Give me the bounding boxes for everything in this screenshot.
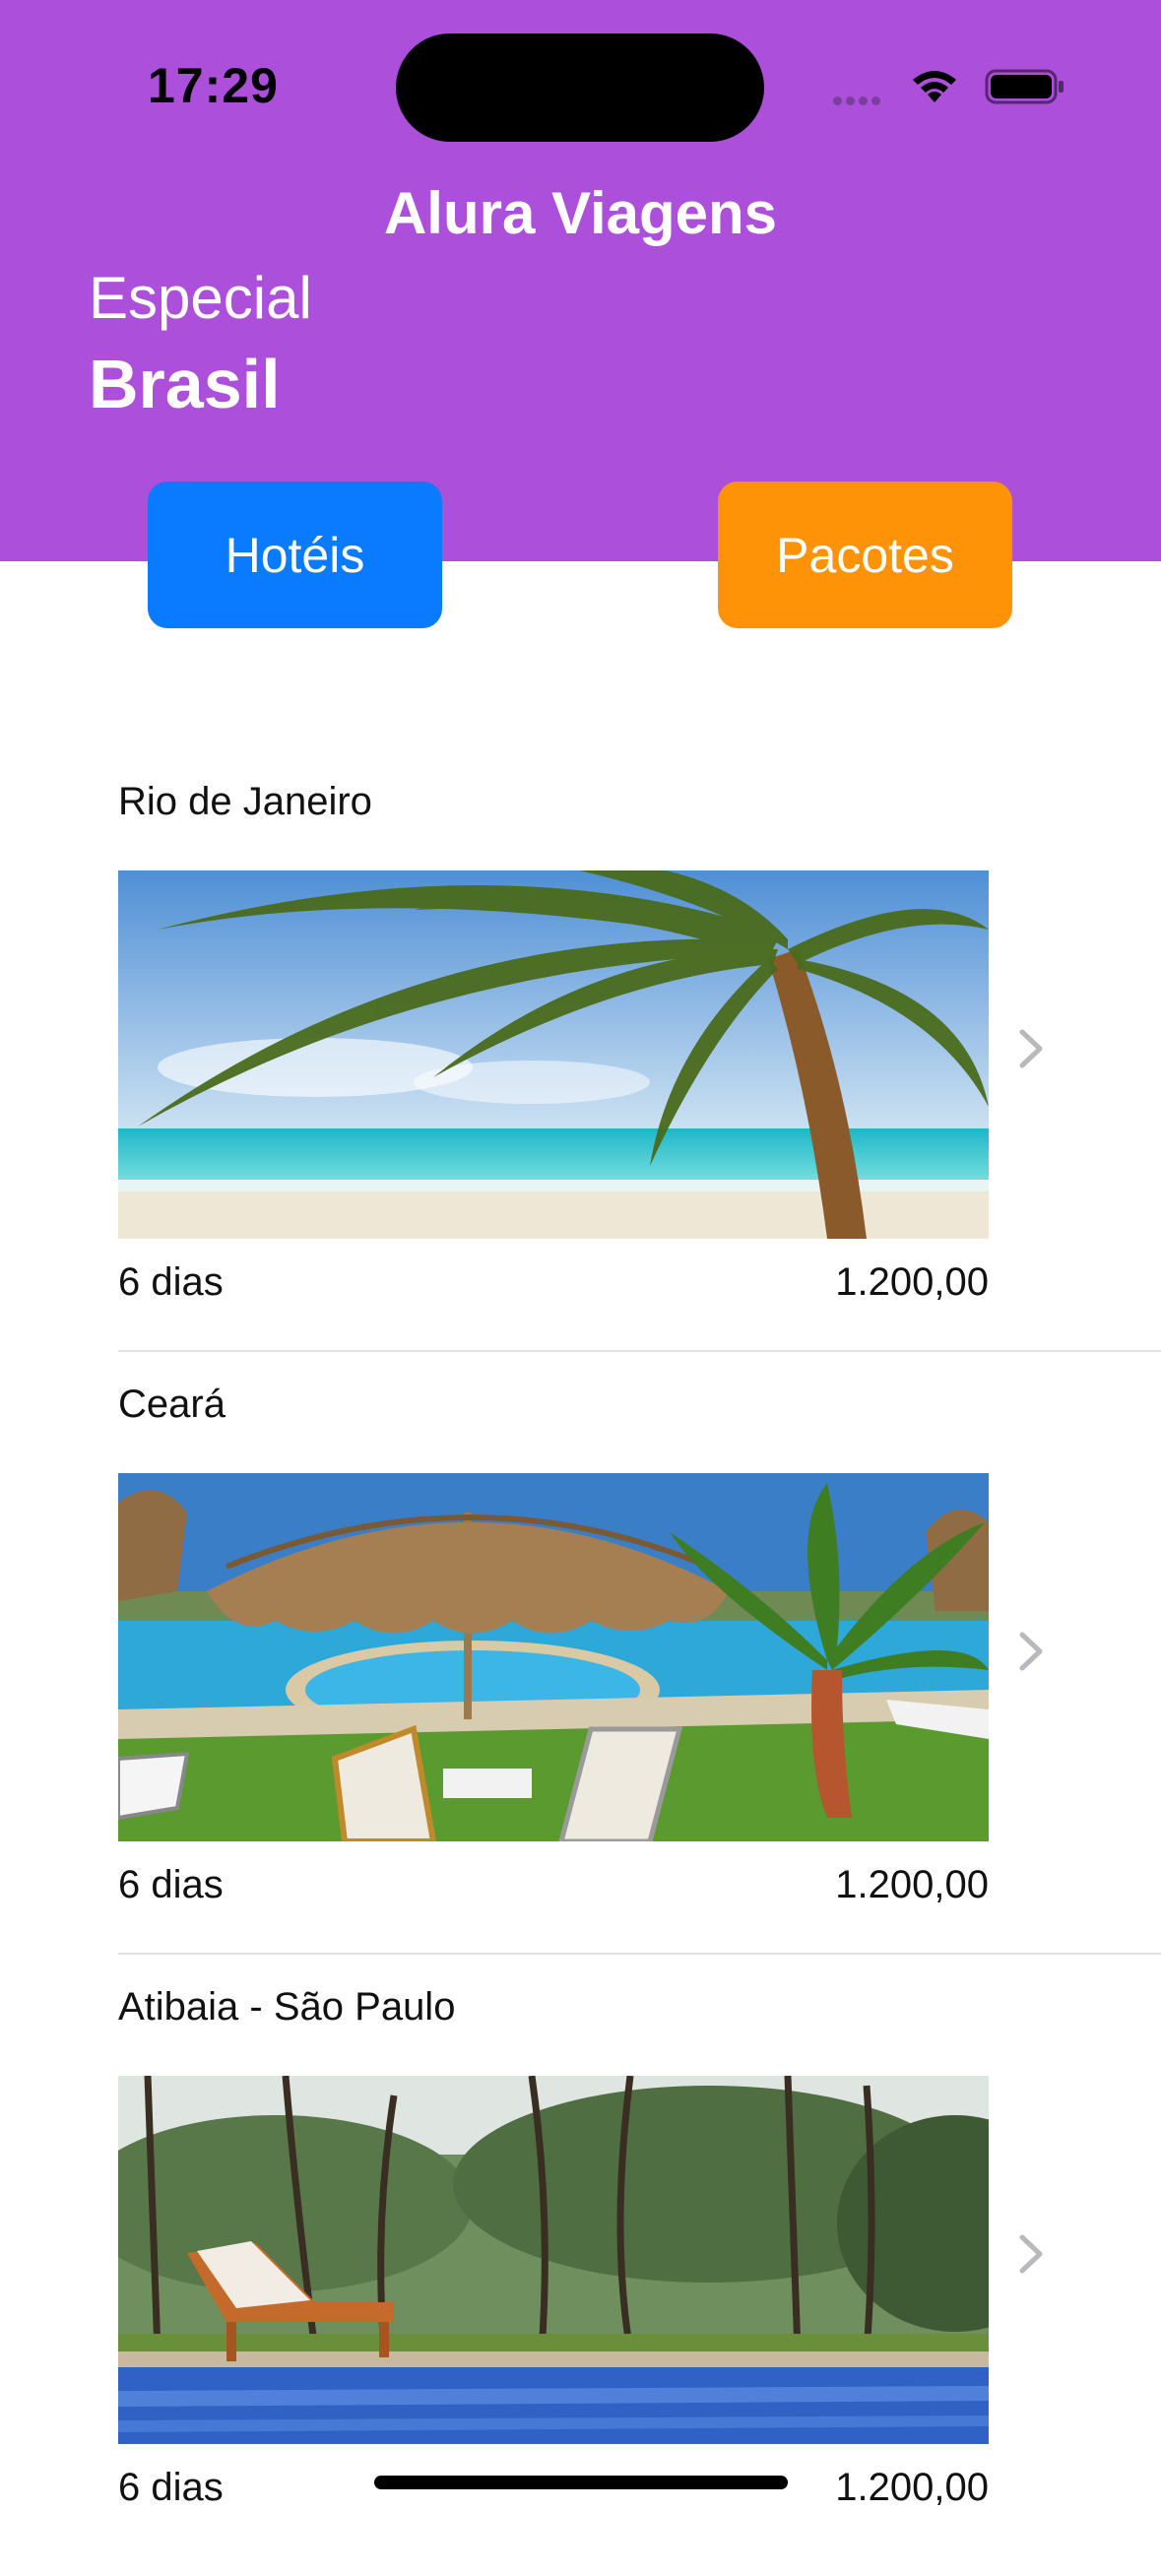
header-subtitle-special: Especial [89, 265, 312, 331]
package-name: Ceará [118, 1383, 226, 1426]
cellular-signal-icon [833, 93, 884, 110]
package-row[interactable]: Ceará 6 dias 1.200,00 [0, 1371, 1161, 1973]
battery-icon [985, 69, 1064, 104]
package-name: Rio de Janeiro [118, 780, 372, 823]
header-banner: 17:29 Alura Viagens Especial Brasil [0, 0, 1161, 561]
package-price: 1.200,00 [835, 1863, 989, 1906]
chevron-right-icon [1019, 1632, 1043, 1671]
package-price: 1.200,00 [835, 2466, 989, 2509]
home-indicator[interactable] [374, 2476, 788, 2489]
hotels-button[interactable]: Hotéis [148, 482, 442, 628]
app-title: Alura Viagens [383, 180, 778, 246]
status-time: 17:29 [148, 58, 279, 113]
dynamic-island [396, 33, 764, 142]
package-duration: 6 dias [118, 1863, 224, 1906]
package-duration: 6 dias [118, 1260, 224, 1304]
row-divider [118, 1953, 1161, 1955]
package-duration: 6 dias [118, 2466, 224, 2509]
header-subtitle-country: Brasil [89, 346, 281, 422]
package-name: Atibaia - São Paulo [118, 1985, 456, 2029]
row-divider [118, 1350, 1161, 1352]
chevron-right-icon [1019, 2234, 1043, 2274]
package-price: 1.200,00 [835, 1260, 989, 1304]
wifi-icon [913, 71, 956, 102]
forest-pool-photo [118, 2076, 989, 2444]
chevron-right-icon [1019, 1029, 1043, 1068]
package-row[interactable]: Rio de Janeiro 6 dias 1.200,00 [0, 768, 1161, 1371]
packages-button[interactable]: Pacotes [718, 482, 1012, 628]
beach-palm-photo [118, 870, 989, 1239]
pool-umbrella-photo [118, 1473, 989, 1841]
